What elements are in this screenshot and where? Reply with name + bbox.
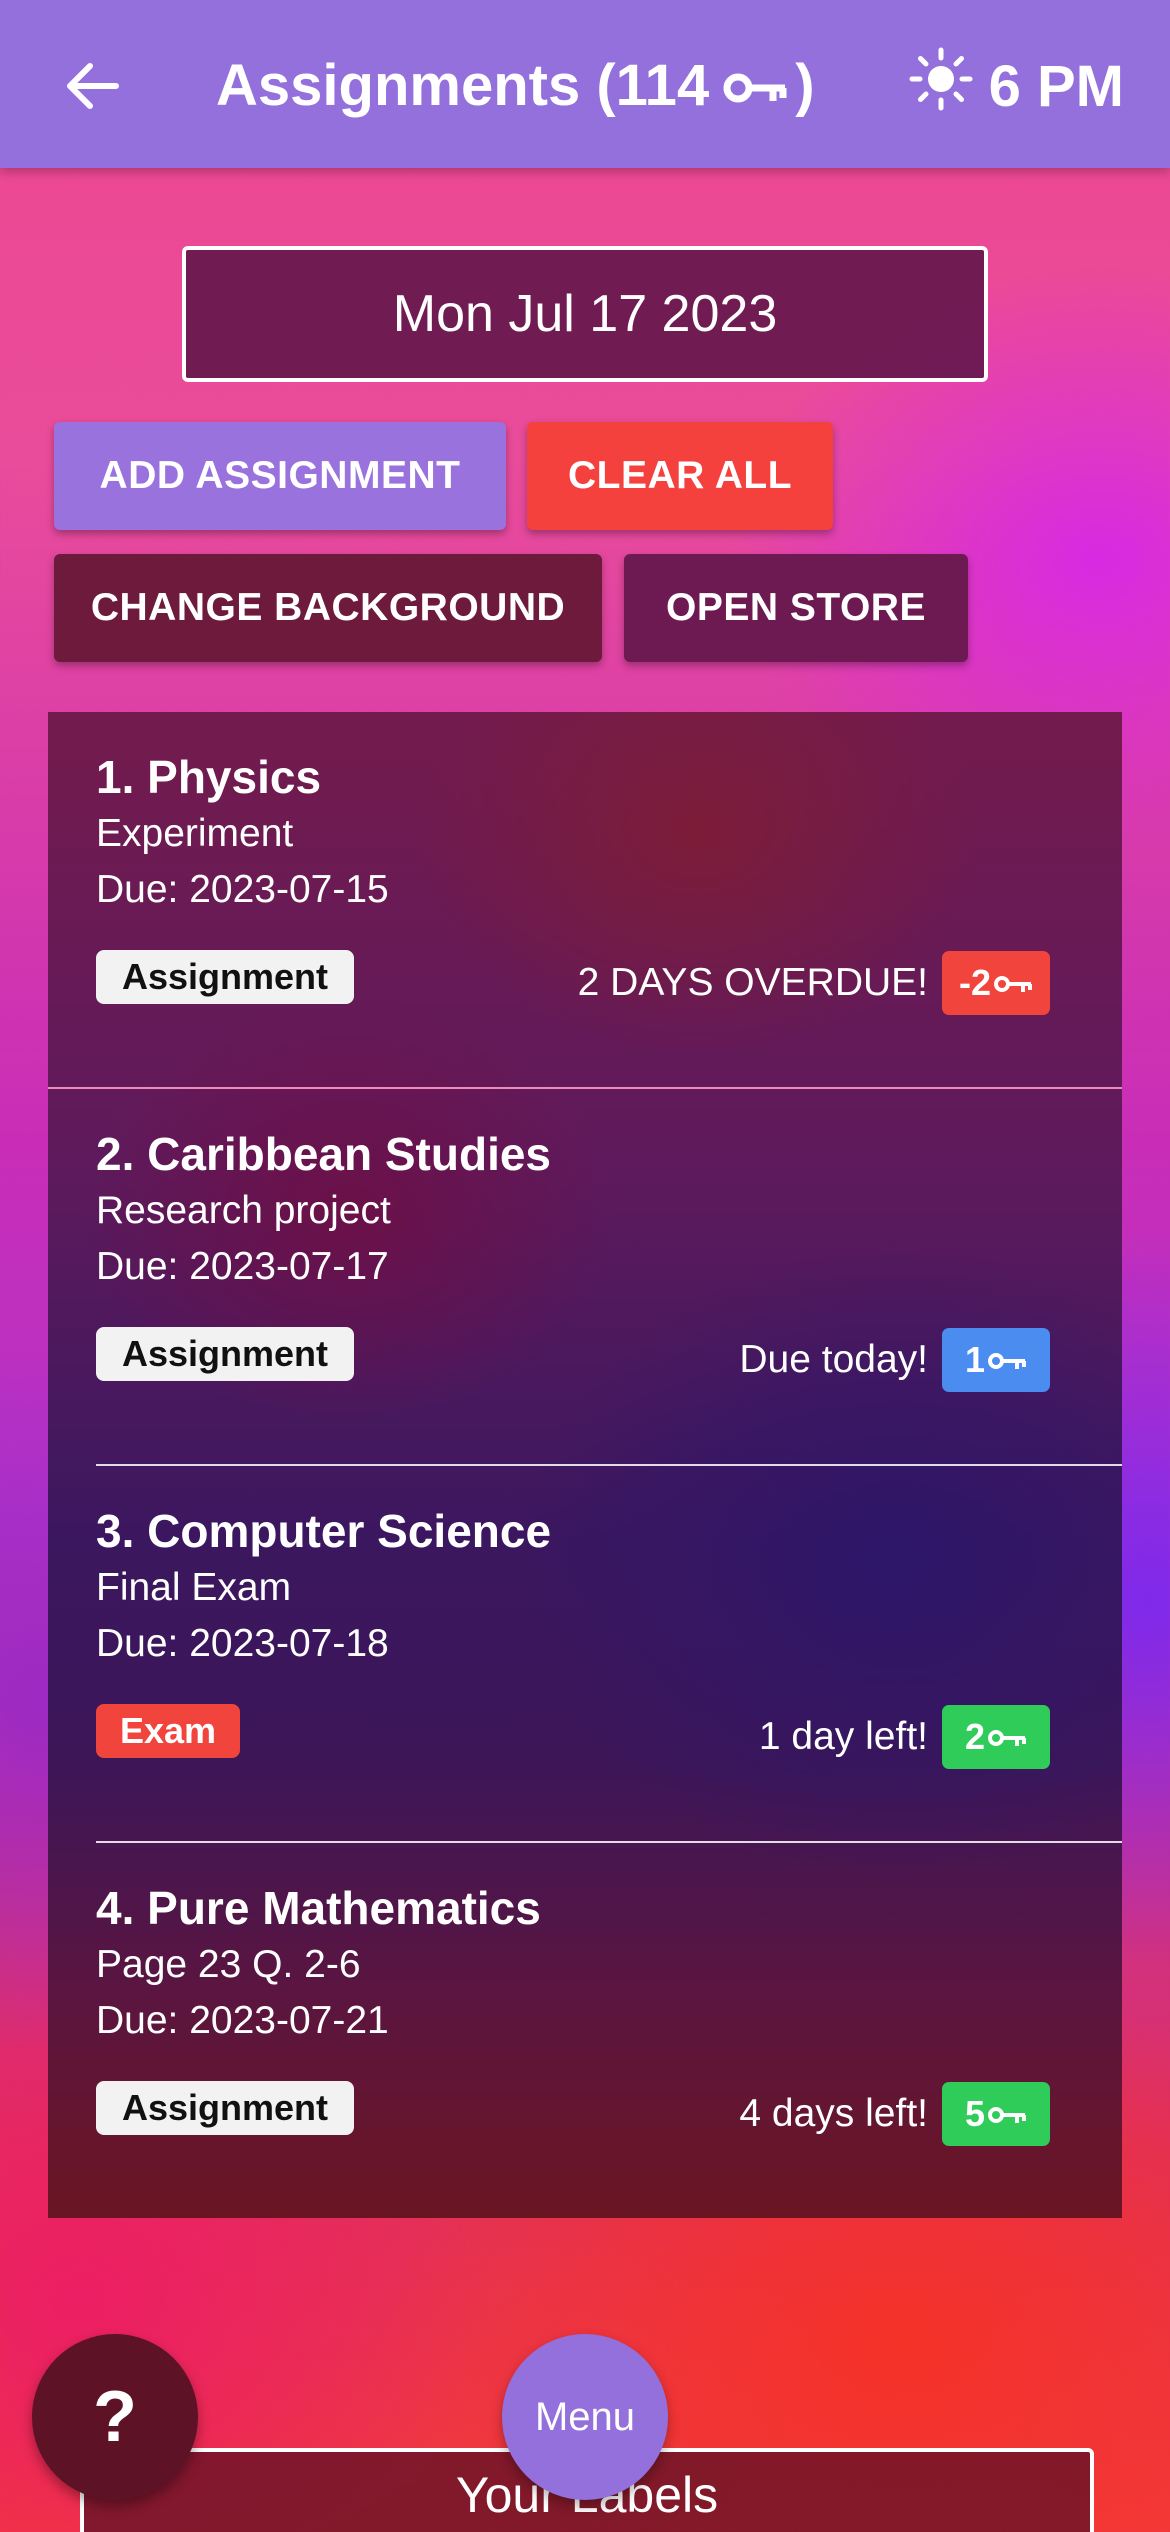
assignment-status: Due today! 1 <box>739 1327 1050 1393</box>
assignment-title: 4. Pure Mathematics <box>96 1882 541 1934</box>
menu-button[interactable]: Menu <box>502 2334 668 2500</box>
sun-icon <box>909 47 973 125</box>
assignment-tag: Assignment <box>96 2081 354 2135</box>
key-reward-badge: -2 <box>942 951 1050 1015</box>
assignment-due-date: Due: 2023-07-21 <box>96 1999 389 2042</box>
status-text: Due today! <box>739 1338 928 1381</box>
date-display[interactable]: Mon Jul 17 2023 <box>182 246 988 382</box>
assignment-item[interactable]: 2. Caribbean Studies Research project Du… <box>48 1089 1122 1466</box>
assignment-due-date: Due: 2023-07-15 <box>96 868 389 911</box>
assignment-title: 2. Caribbean Studies <box>96 1128 552 1180</box>
key-icon <box>987 1339 1027 1381</box>
open-store-button[interactable]: OPEN STORE <box>624 554 968 662</box>
key-reward-badge: 2 <box>942 1705 1050 1769</box>
clear-all-button[interactable]: CLEAR ALL <box>527 422 833 530</box>
weather-indicator: 6 PM <box>909 44 1124 128</box>
assignment-status: 4 days left! 5 <box>739 2081 1050 2147</box>
assignment-tag: Assignment <box>96 1327 354 1381</box>
assignment-description: Research project <box>96 1189 391 1232</box>
assignment-due-date: Due: 2023-07-17 <box>96 1245 389 1288</box>
assignment-list: 1. Physics Experiment Due: 2023-07-15 As… <box>48 712 1122 2218</box>
page-title-text: Assignments (114 <box>216 53 710 118</box>
key-reward-badge: 5 <box>942 2082 1050 2146</box>
key-icon <box>987 2093 1027 2135</box>
assignment-status: 1 day left! 2 <box>759 1704 1050 1770</box>
add-assignment-button[interactable]: ADD ASSIGNMENT <box>54 422 506 530</box>
key-count: 2 <box>964 1716 986 1757</box>
status-text: 4 days left! <box>739 2092 928 2135</box>
assignment-item[interactable]: 1. Physics Experiment Due: 2023-07-15 As… <box>48 712 1122 1089</box>
key-count: 5 <box>964 2093 986 2134</box>
assignment-description: Final Exam <box>96 1566 292 1609</box>
time-label: 6 PM <box>988 53 1124 119</box>
back-arrow-icon[interactable] <box>52 46 132 126</box>
help-button[interactable]: ? <box>32 2334 198 2500</box>
app-bar: Assignments (114 ) 6 PM <box>0 0 1170 168</box>
assignment-item[interactable]: 4. Pure Mathematics Page 23 Q. 2-6 Due: … <box>48 1843 1122 2220</box>
assignment-description: Experiment <box>96 812 294 855</box>
page-title: Assignments (114 ) <box>216 44 815 128</box>
key-icon <box>987 1716 1027 1758</box>
key-icon <box>993 962 1033 1004</box>
status-text: 2 DAYS OVERDUE! <box>577 961 928 1004</box>
key-count: -2 <box>958 962 991 1003</box>
key-icon <box>723 44 789 128</box>
assignment-description: Page 23 Q. 2-6 <box>96 1943 361 1986</box>
change-background-button[interactable]: CHANGE BACKGROUND <box>54 554 602 662</box>
assignment-title: 1. Physics <box>96 751 322 803</box>
assignment-item[interactable]: 3. Computer Science Final Exam Due: 2023… <box>48 1466 1122 1843</box>
assignment-title: 3. Computer Science <box>96 1505 552 1557</box>
status-text: 1 day left! <box>758 1715 928 1758</box>
key-count: 1 <box>964 1339 986 1380</box>
key-reward-badge: 1 <box>942 1328 1050 1392</box>
assignment-due-date: Due: 2023-07-18 <box>96 1622 389 1665</box>
exam-tag: Exam <box>96 1704 241 1758</box>
assignment-tag: Assignment <box>96 950 354 1004</box>
assignment-status: 2 DAYS OVERDUE! -2 <box>578 950 1050 1016</box>
page-title-suffix: ) <box>795 53 815 118</box>
